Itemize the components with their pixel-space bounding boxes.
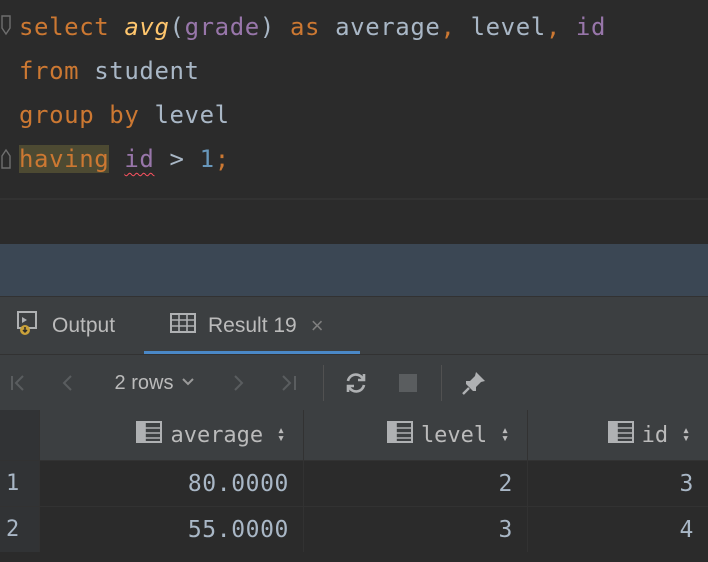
- code-token: from: [19, 57, 95, 85]
- code-token: id: [575, 13, 607, 41]
- sort-icon[interactable]: ▴ ▾: [682, 424, 690, 445]
- code-token: group by: [19, 101, 155, 129]
- grid-header-row: average ▴ ▾ level ▴ ▾ id ▴ ▾: [0, 410, 708, 460]
- stop-icon: [399, 374, 417, 392]
- tab-output-label: Output: [52, 314, 116, 337]
- table-row[interactable]: 2 55.0000 3 4: [0, 506, 708, 552]
- code-token: level: [470, 13, 546, 41]
- column-header-level[interactable]: level ▴ ▾: [304, 410, 528, 460]
- last-page-icon: [282, 375, 296, 391]
- code-token: ,: [440, 13, 471, 41]
- code-token: ,: [545, 13, 576, 41]
- column-header-average[interactable]: average ▴ ▾: [40, 410, 304, 460]
- sort-icon[interactable]: ▴ ▾: [277, 424, 285, 445]
- chevron-left-icon: [62, 375, 72, 391]
- last-page-button[interactable]: [274, 355, 304, 411]
- code-token: grade: [184, 13, 260, 41]
- cell-average[interactable]: 80.0000: [40, 461, 304, 506]
- column-icon: [136, 421, 163, 449]
- chevron-right-icon: [234, 375, 244, 391]
- code-token: select: [19, 13, 125, 41]
- code-token: ): [259, 13, 290, 41]
- close-tab-icon[interactable]: ×: [311, 313, 324, 339]
- first-page-button[interactable]: [4, 355, 32, 411]
- code-line-3[interactable]: group by level: [19, 100, 230, 130]
- code-line-2[interactable]: from student: [19, 56, 200, 86]
- tab-output[interactable]: Output: [16, 297, 115, 355]
- code-token: as: [289, 13, 336, 41]
- code-token: id: [124, 145, 155, 173]
- previous-page-button[interactable]: [54, 355, 82, 411]
- column-header-label: level: [420, 422, 488, 448]
- code-token: student: [94, 57, 200, 85]
- table-row[interactable]: 1 80.0000 2 3: [0, 460, 708, 506]
- sort-icon[interactable]: ▴ ▾: [501, 424, 509, 445]
- code-token: having: [19, 145, 110, 173]
- code-token: (: [169, 13, 185, 41]
- code-token: 1: [199, 145, 215, 173]
- code-line-4[interactable]: having id > 1;: [19, 144, 230, 174]
- row-count-label: 2 rows: [114, 371, 174, 394]
- next-page-button[interactable]: [224, 355, 252, 411]
- first-page-icon: [11, 375, 24, 391]
- code-token: ;: [214, 145, 230, 173]
- results-toolbar: 2 rows: [0, 354, 708, 410]
- editor-empty-area: [0, 200, 708, 244]
- pin-icon: [462, 372, 485, 395]
- sql-editor[interactable]: select avg(grade) as average, level, id …: [0, 0, 708, 198]
- fold-start-marker[interactable]: [0, 14, 12, 38]
- cell-average[interactable]: 55.0000: [40, 507, 304, 552]
- tab-result-label: Result 19: [208, 314, 297, 337]
- cell-id[interactable]: 4: [528, 507, 708, 552]
- chevron-down-icon: [181, 374, 195, 392]
- toolbar-separator: [441, 365, 442, 401]
- results-tab-bar: Output Result 19 ×: [0, 296, 708, 354]
- row-number[interactable]: 2: [0, 507, 40, 552]
- pin-tab-button[interactable]: [456, 355, 492, 411]
- column-icon: [607, 421, 634, 449]
- editor-status-strip: [0, 244, 708, 296]
- tab-result-19[interactable]: Result 19 ×: [170, 297, 324, 355]
- cell-level[interactable]: 3: [304, 507, 528, 552]
- column-header-id[interactable]: id ▴ ▾: [528, 410, 708, 460]
- code-token: level: [154, 101, 230, 129]
- row-count-dropdown[interactable]: 2 rows: [100, 355, 210, 411]
- cell-id[interactable]: 3: [528, 461, 708, 506]
- code-token: avg: [124, 13, 170, 41]
- row-number-header[interactable]: [0, 410, 40, 460]
- table-grid-icon: [170, 313, 196, 339]
- stop-button[interactable]: [392, 355, 424, 411]
- code-token: >: [154, 145, 200, 173]
- cell-level[interactable]: 2: [304, 461, 528, 506]
- output-console-icon: [16, 310, 40, 342]
- row-number[interactable]: 1: [0, 461, 40, 506]
- result-grid: average ▴ ▾ level ▴ ▾ id ▴ ▾ 1 80.0000 2 3 …: [0, 410, 708, 562]
- column-header-label: average: [170, 422, 264, 448]
- toolbar-separator: [323, 365, 324, 401]
- code-token: average: [335, 13, 441, 41]
- column-icon: [386, 421, 413, 449]
- refresh-icon: [346, 373, 366, 393]
- fold-end-marker[interactable]: [0, 146, 12, 170]
- column-header-label: id: [641, 422, 669, 448]
- code-line-1[interactable]: select avg(grade) as average, level, id: [19, 12, 606, 42]
- refresh-button[interactable]: [338, 355, 374, 411]
